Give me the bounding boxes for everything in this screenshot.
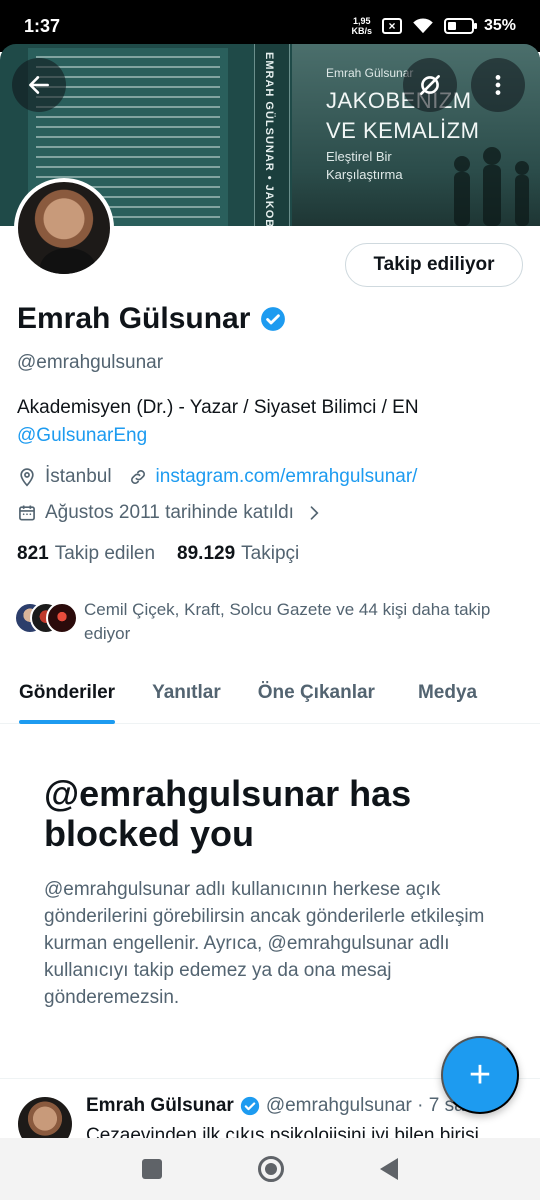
followed-by-text: Cemil Çiçek, Kraft, Solcu Gazete ve 44 k… <box>84 600 491 643</box>
follower-avatars <box>14 598 80 636</box>
system-nav-bar <box>0 1138 540 1200</box>
link-icon <box>128 467 148 487</box>
back-icon[interactable] <box>380 1158 398 1180</box>
avatar[interactable] <box>18 1097 72 1138</box>
profile-name-row: Emrah Gülsunar <box>17 302 286 336</box>
profile-tabs: Gönderiler Yanıtlar Öne Çıkanlar Medya <box>0 668 540 724</box>
profile-name: Emrah Gülsunar <box>17 302 251 335</box>
plus-icon: + <box>468 1054 492 1096</box>
back-button[interactable] <box>12 58 66 112</box>
avatar <box>46 602 78 634</box>
blocked-description: @emrahgulsunar adlı kullanıcının herkese… <box>44 879 485 1008</box>
tab-replies[interactable]: Yanıtlar <box>152 668 221 723</box>
profile-stats: 821 Takip edilen 89.129 Takipçi <box>17 543 299 565</box>
tab-active-indicator <box>19 720 116 724</box>
tweet-author-name: Emrah Gülsunar <box>86 1095 234 1116</box>
tweet-header: Emrah Gülsunar @emrahgulsunar · 7 sa <box>86 1095 465 1117</box>
compose-button[interactable]: + <box>441 1036 519 1114</box>
bio-text: Akademisyen (Dr.) - Yazar / Siyaset Bili… <box>17 397 419 418</box>
following-stat[interactable]: 821 Takip edilen <box>17 543 155 565</box>
chevron-right-icon <box>304 503 324 523</box>
calendar-icon <box>17 503 37 523</box>
status-time: 1:37 <box>24 15 61 36</box>
tab-posts[interactable]: Gönderiler <box>19 668 116 724</box>
no-sim-icon: × <box>381 18 402 34</box>
tweet-handle-time: @emrahgulsunar · 7 sa <box>265 1095 465 1116</box>
verified-icon[interactable] <box>260 306 286 332</box>
profile-meta-location-link: İstanbul instagram.com/emrahgulsunar/ <box>17 466 417 488</box>
book-author: Emrah Gülsunar <box>326 66 414 80</box>
hide-button[interactable] <box>403 58 457 112</box>
recent-apps-icon[interactable] <box>142 1159 162 1179</box>
profile-joined-row[interactable]: Ağustos 2011 tarihinde katıldı <box>17 502 332 524</box>
profile-bio: Akademisyen (Dr.) - Yazar / Siyaset Bili… <box>17 394 517 450</box>
back-arrow-icon <box>29 76 49 94</box>
silhouettes-graphic <box>454 147 529 226</box>
profile-joined: Ağustos 2011 tarihinde katıldı <box>45 502 294 523</box>
tweet-text: Cezaevinden ilk çıkış psikolojisini iyi … <box>86 1125 479 1138</box>
verified-icon <box>240 1096 259 1116</box>
following-button[interactable]: Takip ediliyor <box>345 243 523 287</box>
location-icon <box>17 467 37 487</box>
battery-icon <box>443 18 477 34</box>
blocked-title: @emrahgulsunar has blocked you <box>44 773 412 854</box>
home-icon[interactable] <box>258 1156 284 1182</box>
bio-mention-link[interactable]: @GulsunarEng <box>17 425 147 446</box>
tab-highlights[interactable]: Öne Çıkanlar <box>258 668 375 723</box>
followers-stat[interactable]: 89.129 Takipçi <box>177 543 299 565</box>
more-options-button[interactable] <box>471 58 525 112</box>
book-subtitle: Eleştirel Bir Karşılaştırma <box>326 149 403 182</box>
profile-handle: @emrahgulsunar <box>17 352 164 373</box>
profile-avatar[interactable] <box>14 178 114 278</box>
more-vertical-icon <box>495 75 501 95</box>
profile-website-link[interactable]: instagram.com/emrahgulsunar/ <box>156 466 418 488</box>
profile-location: İstanbul <box>45 466 112 487</box>
tab-media[interactable]: Medya <box>418 668 477 723</box>
book-spine: EMRAH GÜLSUNAR • JAKOBENİZM <box>254 44 290 226</box>
followed-by-row[interactable]: Cemil Çiçek, Kraft, Solcu Gazete ve 44 k… <box>14 598 524 646</box>
hide-icon <box>420 75 440 95</box>
wifi-icon <box>413 18 433 34</box>
network-speed: 1,95 KB/s <box>351 16 372 36</box>
battery-percent: 35% <box>483 17 516 34</box>
spine-text: EMRAH GÜLSUNAR • JAKOBENİZM <box>263 52 275 226</box>
